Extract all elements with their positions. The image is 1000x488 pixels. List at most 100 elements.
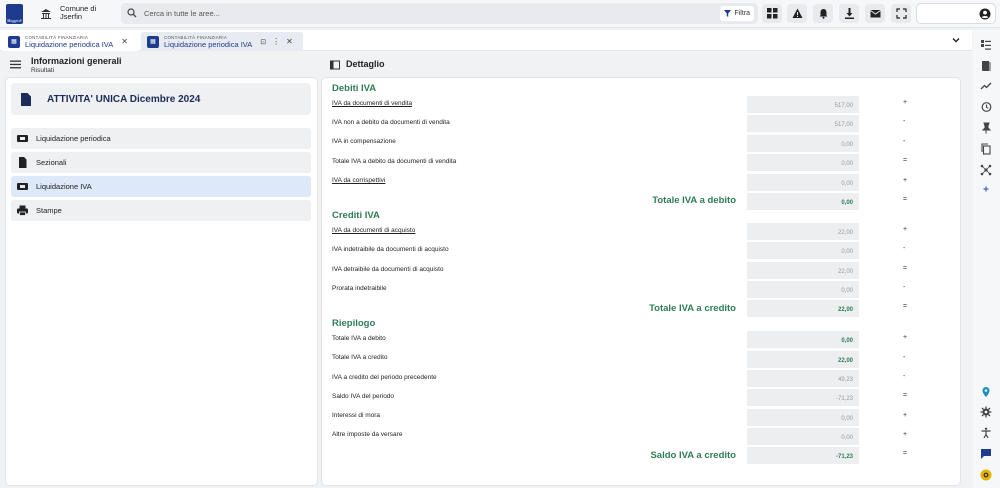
operator: - — [903, 354, 906, 361]
value-field: 517,00 — [747, 115, 859, 132]
document-icon — [19, 157, 27, 168]
total-value: -71,23 — [747, 447, 859, 464]
value-field: 0,00 — [747, 281, 859, 298]
row-label[interactable]: IVA da documenti di vendita — [332, 100, 412, 107]
total-value: 0,00 — [747, 193, 859, 210]
operator: + — [903, 431, 908, 438]
municipality-name[interactable]: Comune di Jserfin — [60, 5, 96, 21]
tab-liquidazione-2[interactable]: ▦ CONTABILITÀ FINANZIARIA Liquidazione p… — [141, 32, 303, 51]
panel-toggle-icon[interactable] — [330, 60, 340, 70]
mail-icon — [869, 10, 881, 18]
module-icon: ▦ — [8, 35, 20, 48]
value-field: 22,00 — [747, 223, 859, 240]
chevron-down-icon[interactable] — [951, 35, 961, 45]
close-tab-icon[interactable]: ✕ — [286, 37, 293, 46]
row-label: Prorata indetraibile — [332, 285, 387, 292]
search-input[interactable]: Cerca in tutte le aree... — [144, 9, 220, 18]
row-label: Altre imposte da versare — [332, 431, 403, 438]
maggioli-logo[interactable]: Maggioli — [6, 4, 23, 24]
menu-list-icon[interactable] — [10, 59, 21, 70]
support-icon[interactable] — [980, 469, 992, 481]
row-label[interactable]: IVA da documenti di acquisto — [332, 227, 415, 234]
copy-icon[interactable] — [980, 143, 992, 155]
add-icon[interactable] — [980, 183, 992, 195]
right-toolbar — [973, 30, 1000, 488]
nav-sezionali[interactable]: Sezionali — [11, 152, 311, 173]
section-riepilogo-title: Riepilogo — [332, 318, 376, 329]
trend-icon[interactable] — [980, 80, 992, 92]
operator: + — [903, 412, 908, 419]
value-field: 49,23 — [747, 370, 859, 387]
nav-stampe[interactable]: Stampe — [11, 200, 311, 221]
detail-panel: Debiti IVA IVA da documenti di vendita 5… — [321, 77, 961, 486]
operator: + — [903, 177, 908, 184]
row-label: IVA indetraibile da documenti di acquist… — [332, 246, 449, 253]
filter-button[interactable]: Filtra — [720, 6, 754, 21]
top-bar: Maggioli Comune di Jserfin Cerca in tutt… — [0, 0, 1000, 28]
search-bar[interactable]: Cerca in tutte le aree... Filtra — [121, 3, 758, 24]
total-label: Totale IVA a debito — [652, 195, 736, 206]
operator: - — [903, 138, 906, 145]
messages-button[interactable] — [865, 4, 885, 23]
row-label[interactable]: IVA da corrispettivi — [332, 177, 385, 184]
row-label: IVA in compensazione — [332, 138, 396, 145]
location-pin-icon[interactable] — [980, 386, 992, 398]
apps-grid-button[interactable] — [762, 4, 782, 23]
detail-header: Dettaglio — [322, 53, 972, 77]
activity-title: ATTIVITA' UNICA Dicembre 2024 — [47, 94, 201, 105]
activity-card[interactable]: ATTIVITA' UNICA Dicembre 2024 — [11, 83, 311, 115]
detail-title: Dettaglio — [346, 59, 385, 69]
operator: - — [903, 245, 906, 252]
account-menu[interactable] — [916, 3, 996, 24]
panel-subtitle: Risultati — [31, 67, 55, 74]
value-field: -71,23 — [747, 389, 859, 406]
value-field: 517,00 — [747, 96, 859, 113]
value-field: 22,00 — [747, 351, 859, 368]
fullscreen-icon — [895, 8, 907, 19]
notifications-button[interactable] — [813, 4, 833, 23]
tab-bar: ▦ CONTABILITÀ FINANZIARIA Liquidazione p… — [0, 30, 972, 51]
warning-button[interactable] — [787, 4, 807, 23]
row-label: Totale IVA a credito — [332, 354, 388, 361]
fullscreen-button[interactable] — [891, 4, 911, 23]
payment-icon — [17, 135, 28, 142]
row-label: Saldo IVA del periodo — [332, 393, 395, 400]
bookmark-icon[interactable]: ⊡ — [260, 38, 266, 46]
operator: - — [903, 284, 906, 291]
operator: - — [903, 118, 906, 125]
history-icon[interactable] — [980, 101, 992, 113]
nav-liquidazione-periodica[interactable]: Liquidazione periodica — [11, 128, 311, 149]
more-icon[interactable]: ⋮ — [272, 37, 280, 46]
close-tab-icon[interactable]: ✕ — [121, 37, 128, 46]
pin-icon[interactable] — [980, 122, 992, 134]
row-label: Totale IVA a debito da documenti di vend… — [332, 158, 457, 165]
section-debiti-title: Debiti IVA — [332, 83, 377, 94]
filter-icon — [724, 10, 732, 17]
value-field: 0,00 — [747, 135, 859, 152]
operator: = — [903, 392, 908, 399]
value-field: 0,00 — [747, 409, 859, 426]
row-label: IVA detraibile da documenti di acquisto — [332, 266, 444, 273]
network-icon[interactable] — [980, 164, 992, 176]
list-view-icon[interactable] — [980, 39, 992, 51]
tab-liquidazione-1[interactable]: ▦ CONTABILITÀ FINANZIARIA Liquidazione p… — [2, 32, 139, 51]
operator: + — [903, 99, 908, 106]
value-field: 0,00 — [747, 242, 859, 259]
nav-liquidazione-iva[interactable]: Liquidazione IVA — [11, 176, 311, 197]
row-label: Totale IVA a debito — [332, 335, 386, 342]
operator: = — [903, 196, 908, 203]
operator: = — [903, 303, 908, 310]
download-button[interactable] — [839, 4, 859, 23]
operator: = — [903, 265, 908, 272]
warning-icon — [792, 8, 802, 18]
book-icon[interactable] — [980, 60, 992, 72]
grid-icon — [766, 8, 777, 19]
accessibility-icon[interactable] — [980, 427, 992, 439]
operator: = — [903, 157, 908, 164]
download-icon — [844, 8, 854, 19]
chat-icon[interactable] — [980, 448, 992, 460]
value-field: 22,00 — [747, 262, 859, 279]
row-label: IVA non a debito da documenti di vendita — [332, 119, 450, 126]
settings-gear-icon[interactable] — [980, 406, 992, 418]
module-icon: ▦ — [147, 35, 159, 48]
